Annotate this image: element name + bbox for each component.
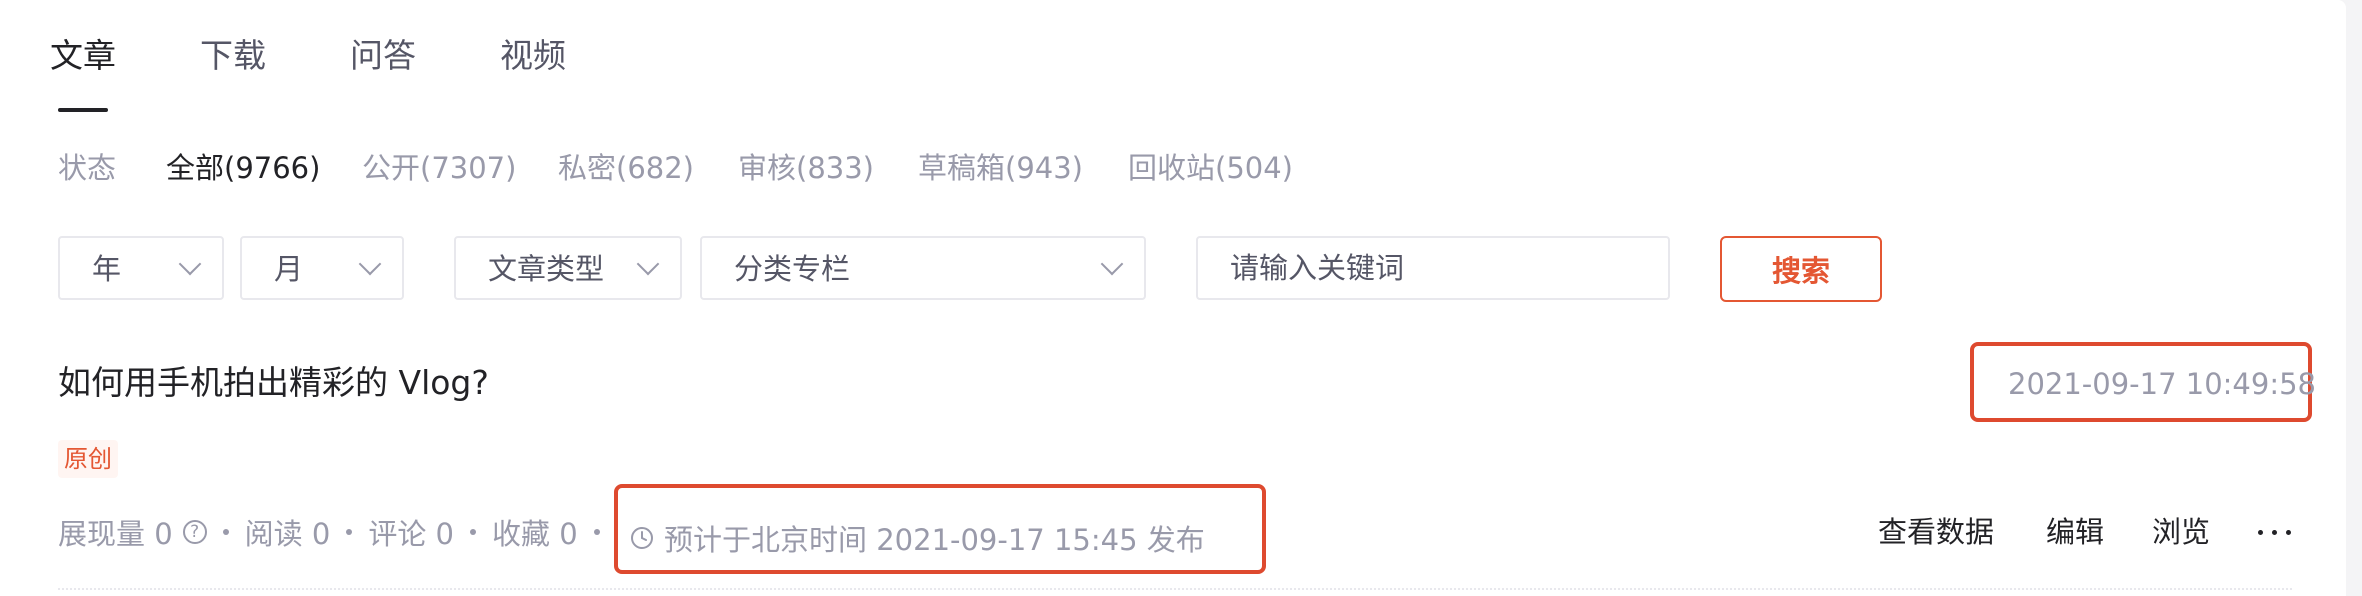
article-title[interactable]: 如何用手机拍出精彩的 Vlog? [58,362,489,404]
category-select[interactable]: 分类专栏 [700,236,1146,300]
tab-articles[interactable]: 文章 [50,36,116,76]
content-panel: 文章 下载 问答 视频 状态 全部(9766) 公开(7307) 私密(682)… [0,0,2346,596]
year-select-value: 年 [92,252,122,286]
more-horizontal-icon[interactable] [2258,530,2292,536]
impressions-count: 展现量 0 [58,517,173,551]
browse-link[interactable]: 浏览 [2152,512,2210,552]
item-divider [58,588,2292,590]
separator-dot [593,529,600,535]
original-badge: 原创 [58,440,118,478]
article-type-select-value: 文章类型 [488,252,605,286]
scheduled-publish-text: 预计于北京时间 2021-09-17 15:45 发布 [664,523,1205,557]
scheduled-publish-info: 预计于北京时间 2021-09-17 15:45 发布 [630,518,1205,558]
year-select[interactable]: 年 [58,236,224,300]
chevron-down-icon [1100,252,1124,276]
active-tab-indicator [58,108,108,112]
view-data-link[interactable]: 查看数据 [1878,512,1994,552]
chevron-down-icon [178,252,202,276]
status-filter-public[interactable]: 公开(7307) [362,150,516,186]
tab-qa[interactable]: 问答 [350,36,416,76]
separator-dot [346,529,353,535]
status-filter-trash[interactable]: 回收站(504) [1128,150,1293,186]
comment-count: 评论 0 [368,517,455,551]
category-select-value: 分类专栏 [734,252,851,286]
article-type-select[interactable]: 文章类型 [454,236,682,300]
read-count: 阅读 0 [244,517,331,551]
tab-downloads[interactable]: 下载 [200,36,266,76]
chevron-down-icon [358,252,382,276]
status-filter-drafts[interactable]: 草稿箱(943) [918,150,1083,186]
chevron-down-icon [636,252,660,276]
article-datetime: 2021-09-17 10:49:58 [2008,367,2316,401]
favorite-count: 收藏 0 [492,517,578,551]
month-select-value: 月 [274,252,304,286]
question-circle-icon[interactable]: ? [182,520,207,544]
status-label: 状态 [58,151,117,185]
edit-link[interactable]: 编辑 [2046,512,2104,552]
status-filter-private[interactable]: 私密(682) [558,150,694,186]
scheduled-publish-highlight: 预计于北京时间 2021-09-17 15:45 发布 [614,484,1266,574]
status-filter-review[interactable]: 审核(833) [738,150,874,186]
keyword-search-input[interactable] [1196,236,1670,300]
separator-dot [470,529,477,535]
status-filter-all[interactable]: 全部(9766) [166,150,320,186]
month-select[interactable]: 月 [240,236,404,300]
article-datetime-highlight: 2021-09-17 10:49:58 [1970,342,2316,422]
tab-videos[interactable]: 视频 [500,36,566,76]
separator-dot [222,529,229,535]
clock-icon [631,527,653,549]
search-button[interactable]: 搜索 [1720,236,1882,302]
article-stats: 展现量 0 ? 阅读 0 评论 0 收藏 0 [58,512,616,552]
